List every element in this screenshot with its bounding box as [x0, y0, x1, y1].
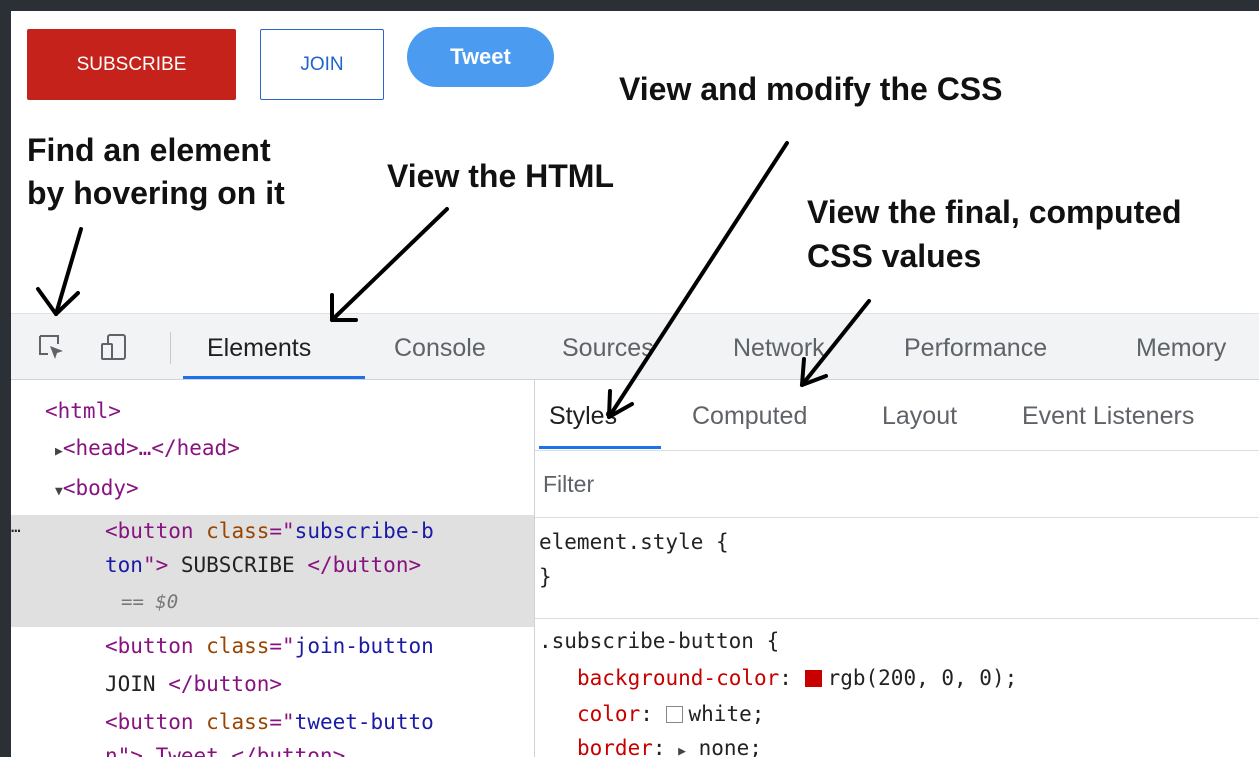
annotation-arrows [36, 141, 871, 419]
arrow-modify-css [607, 141, 789, 419]
arrow-computed-css [800, 299, 871, 387]
arrow-view-html [330, 207, 449, 322]
screenshot-frame: SUBSCRIBE JOIN Tweet View and modify the… [11, 11, 1259, 757]
